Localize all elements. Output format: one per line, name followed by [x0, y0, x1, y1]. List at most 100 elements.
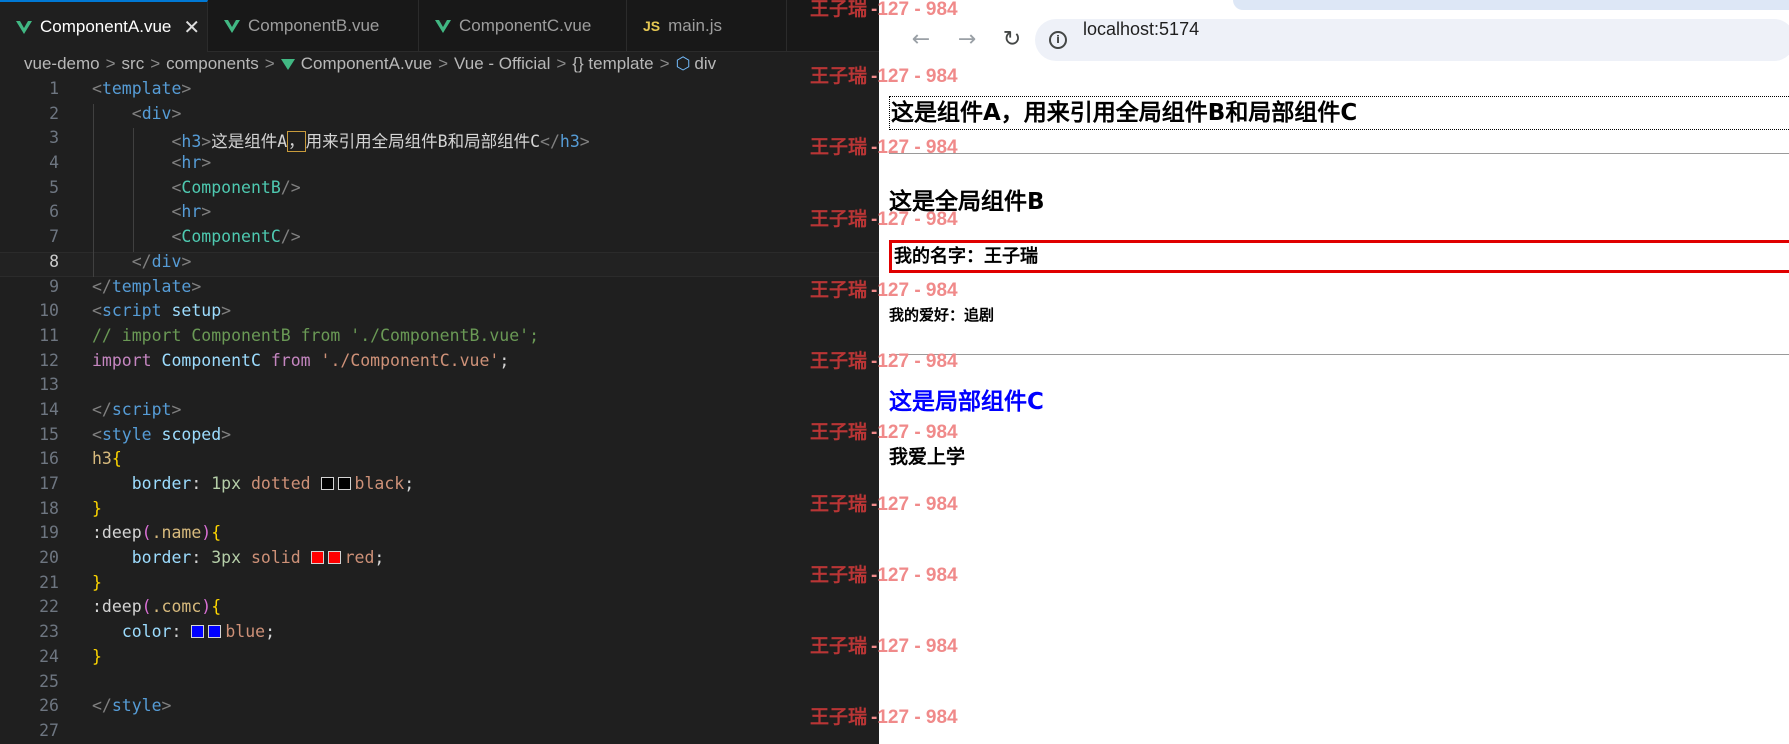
breadcrumb-item[interactable]: Vue - Official	[454, 54, 550, 74]
line-number: 5	[49, 177, 59, 197]
code-line[interactable]: 10 <script setup>	[0, 301, 879, 326]
code-line[interactable]: 1 <template>	[0, 79, 879, 104]
study-line: 我爱上学	[889, 446, 966, 468]
code-line[interactable]: 19:deep(.name){	[0, 523, 879, 548]
watermark: 王子瑞 -127 - 984	[810, 275, 958, 301]
line-number: 14	[39, 399, 59, 419]
breadcrumb-item[interactable]: div	[694, 54, 716, 74]
watermark: 王子瑞 -127 - 984	[810, 560, 958, 586]
code-line[interactable]: 2 <div>	[0, 104, 879, 129]
line-number: 17	[39, 474, 59, 493]
watermark-code: -127 - 984	[871, 422, 958, 443]
code-line[interactable]: 22:deep(.comc){	[0, 597, 879, 622]
code-line[interactable]: 12 import ComponentC from './ComponentC.v…	[0, 351, 879, 376]
watermark: 王子瑞 -127 - 984	[810, 204, 958, 230]
code-text: <div>	[131, 103, 182, 123]
breadcrumb: vue-demo > src > components > ComponentA…	[24, 52, 716, 76]
breadcrumb-item[interactable]: src	[122, 54, 145, 74]
watermark-name: 王子瑞	[810, 421, 868, 443]
indent-guide	[93, 103, 94, 277]
code-line[interactable]: 6 <hr>	[0, 202, 879, 227]
code-text: border: 3px solid red;	[131, 548, 385, 568]
code-line[interactable]: 5 <ComponentB/>	[0, 178, 879, 203]
close-icon[interactable]: ✕	[183, 15, 200, 40]
line-number: 2	[49, 103, 59, 123]
line-number: 23	[39, 622, 59, 642]
vue-file-icon	[224, 19, 240, 33]
watermark-name: 王子瑞	[810, 564, 868, 586]
code-line[interactable]: 24}	[0, 647, 879, 672]
code-line[interactable]: 23 color: blue;	[0, 622, 879, 647]
code-text: <script setup>	[92, 301, 232, 321]
vue-file-icon	[435, 19, 451, 33]
code-line[interactable]: 20 border: 3px solid red;	[0, 548, 879, 573]
line-number: 3	[49, 128, 59, 148]
code-line[interactable]: 4 <hr>	[0, 153, 879, 178]
code-line[interactable]: 17 border: 1px dotted black;	[0, 474, 879, 499]
line-number: 15	[39, 424, 59, 444]
watermark-code: -127 - 984	[871, 137, 958, 158]
watermark-name: 王子瑞	[810, 635, 868, 657]
breadcrumb-item[interactable]: ComponentA.vue	[301, 54, 432, 74]
code-text: :deep(.comc){	[92, 597, 222, 617]
code-line[interactable]: 13	[0, 375, 879, 400]
code-line[interactable]: 16 h3{	[0, 449, 879, 474]
watermark-name: 王子瑞	[810, 706, 868, 728]
watermark: 王子瑞 -127 - 984	[810, 0, 958, 20]
back-arrow-icon[interactable]: ←	[909, 28, 933, 52]
code-text: <hr>	[171, 153, 212, 173]
watermark: 王子瑞 -127 - 984	[810, 631, 958, 657]
code-text: <ComponentC/>	[171, 227, 301, 247]
watermark-name: 王子瑞	[810, 350, 868, 372]
code-area[interactable]: 1 <template> 2 <div> 3 <h3>这是组件A，用来引用全局组件B和…	[0, 79, 879, 744]
code-line[interactable]: 26 </style>	[0, 696, 879, 721]
code-text: <style scoped>	[92, 424, 232, 444]
code-line[interactable]: 11 // import ComponentB from './Component…	[0, 326, 879, 351]
line-number: 4	[49, 153, 59, 173]
tab-main-js[interactable]: JS main.js	[627, 0, 787, 52]
breadcrumb-item[interactable]: components	[166, 54, 259, 74]
code-line[interactable]: 25	[0, 672, 879, 697]
watermark-code: -127 - 984	[871, 636, 958, 657]
code-line[interactable]: 18}	[0, 499, 879, 524]
chevron-right-icon: >	[659, 54, 670, 73]
forward-arrow-icon[interactable]: →	[955, 28, 979, 52]
code-text: }	[92, 572, 102, 592]
tab-componentb[interactable]: ComponentB.vue	[208, 0, 419, 52]
breadcrumb-item[interactable]: {} template	[572, 54, 653, 74]
line-number: 21	[39, 572, 59, 592]
hobby-line: 我的爱好：追剧	[889, 306, 995, 324]
code-editor[interactable]: ComponentA.vue ✕ ComponentB.vue Componen…	[0, 0, 879, 744]
code-line[interactable]: 14 </script>	[0, 400, 879, 425]
browser-window: ← → ↻ i localhost:5174 这是组件A，用来引用全局组件B和局…	[879, 0, 1789, 744]
watermark-code: -127 - 984	[871, 565, 958, 586]
name-line: 我的名字：王子瑞	[889, 240, 1789, 273]
indent-guide	[133, 128, 134, 252]
element-cube-icon: ⬡	[675, 54, 691, 73]
site-info-icon[interactable]: i	[1049, 31, 1067, 49]
tab-componenta[interactable]: ComponentA.vue ✕	[0, 0, 208, 52]
code-line[interactable]: 27	[0, 721, 879, 744]
breadcrumb-item[interactable]: vue-demo	[24, 54, 100, 74]
code-text: </div>	[131, 251, 192, 271]
code-text: </template>	[92, 276, 202, 296]
line-number: 1	[49, 79, 59, 98]
chevron-right-icon: >	[438, 54, 449, 73]
browser-toolbar: ← → ↻ i localhost:5174	[879, 0, 1789, 80]
watermark: 王子瑞 -127 - 984	[810, 417, 958, 443]
code-line[interactable]: 21}	[0, 573, 879, 598]
code-line[interactable]: 15 <style scoped>	[0, 425, 879, 450]
chevron-right-icon: >	[105, 54, 116, 73]
code-line[interactable]: 3 <h3>这是组件A，用来引用全局组件B和局部组件C</h3>	[0, 128, 879, 153]
address-bar[interactable]: i localhost:5174	[1035, 19, 1789, 61]
code-line[interactable]: 8 </div>	[0, 251, 879, 277]
url-text[interactable]: localhost:5174	[1083, 19, 1199, 40]
code-text: }	[92, 498, 102, 518]
tab-componentc[interactable]: ComponentC.vue	[419, 0, 627, 52]
divider	[889, 153, 1789, 154]
code-line[interactable]: 9 </template>	[0, 277, 879, 302]
chevron-right-icon: >	[556, 54, 567, 73]
reload-icon[interactable]: ↻	[1000, 28, 1024, 52]
code-line[interactable]: 7 <ComponentC/>	[0, 227, 879, 252]
code-text: color: blue;	[121, 622, 276, 642]
